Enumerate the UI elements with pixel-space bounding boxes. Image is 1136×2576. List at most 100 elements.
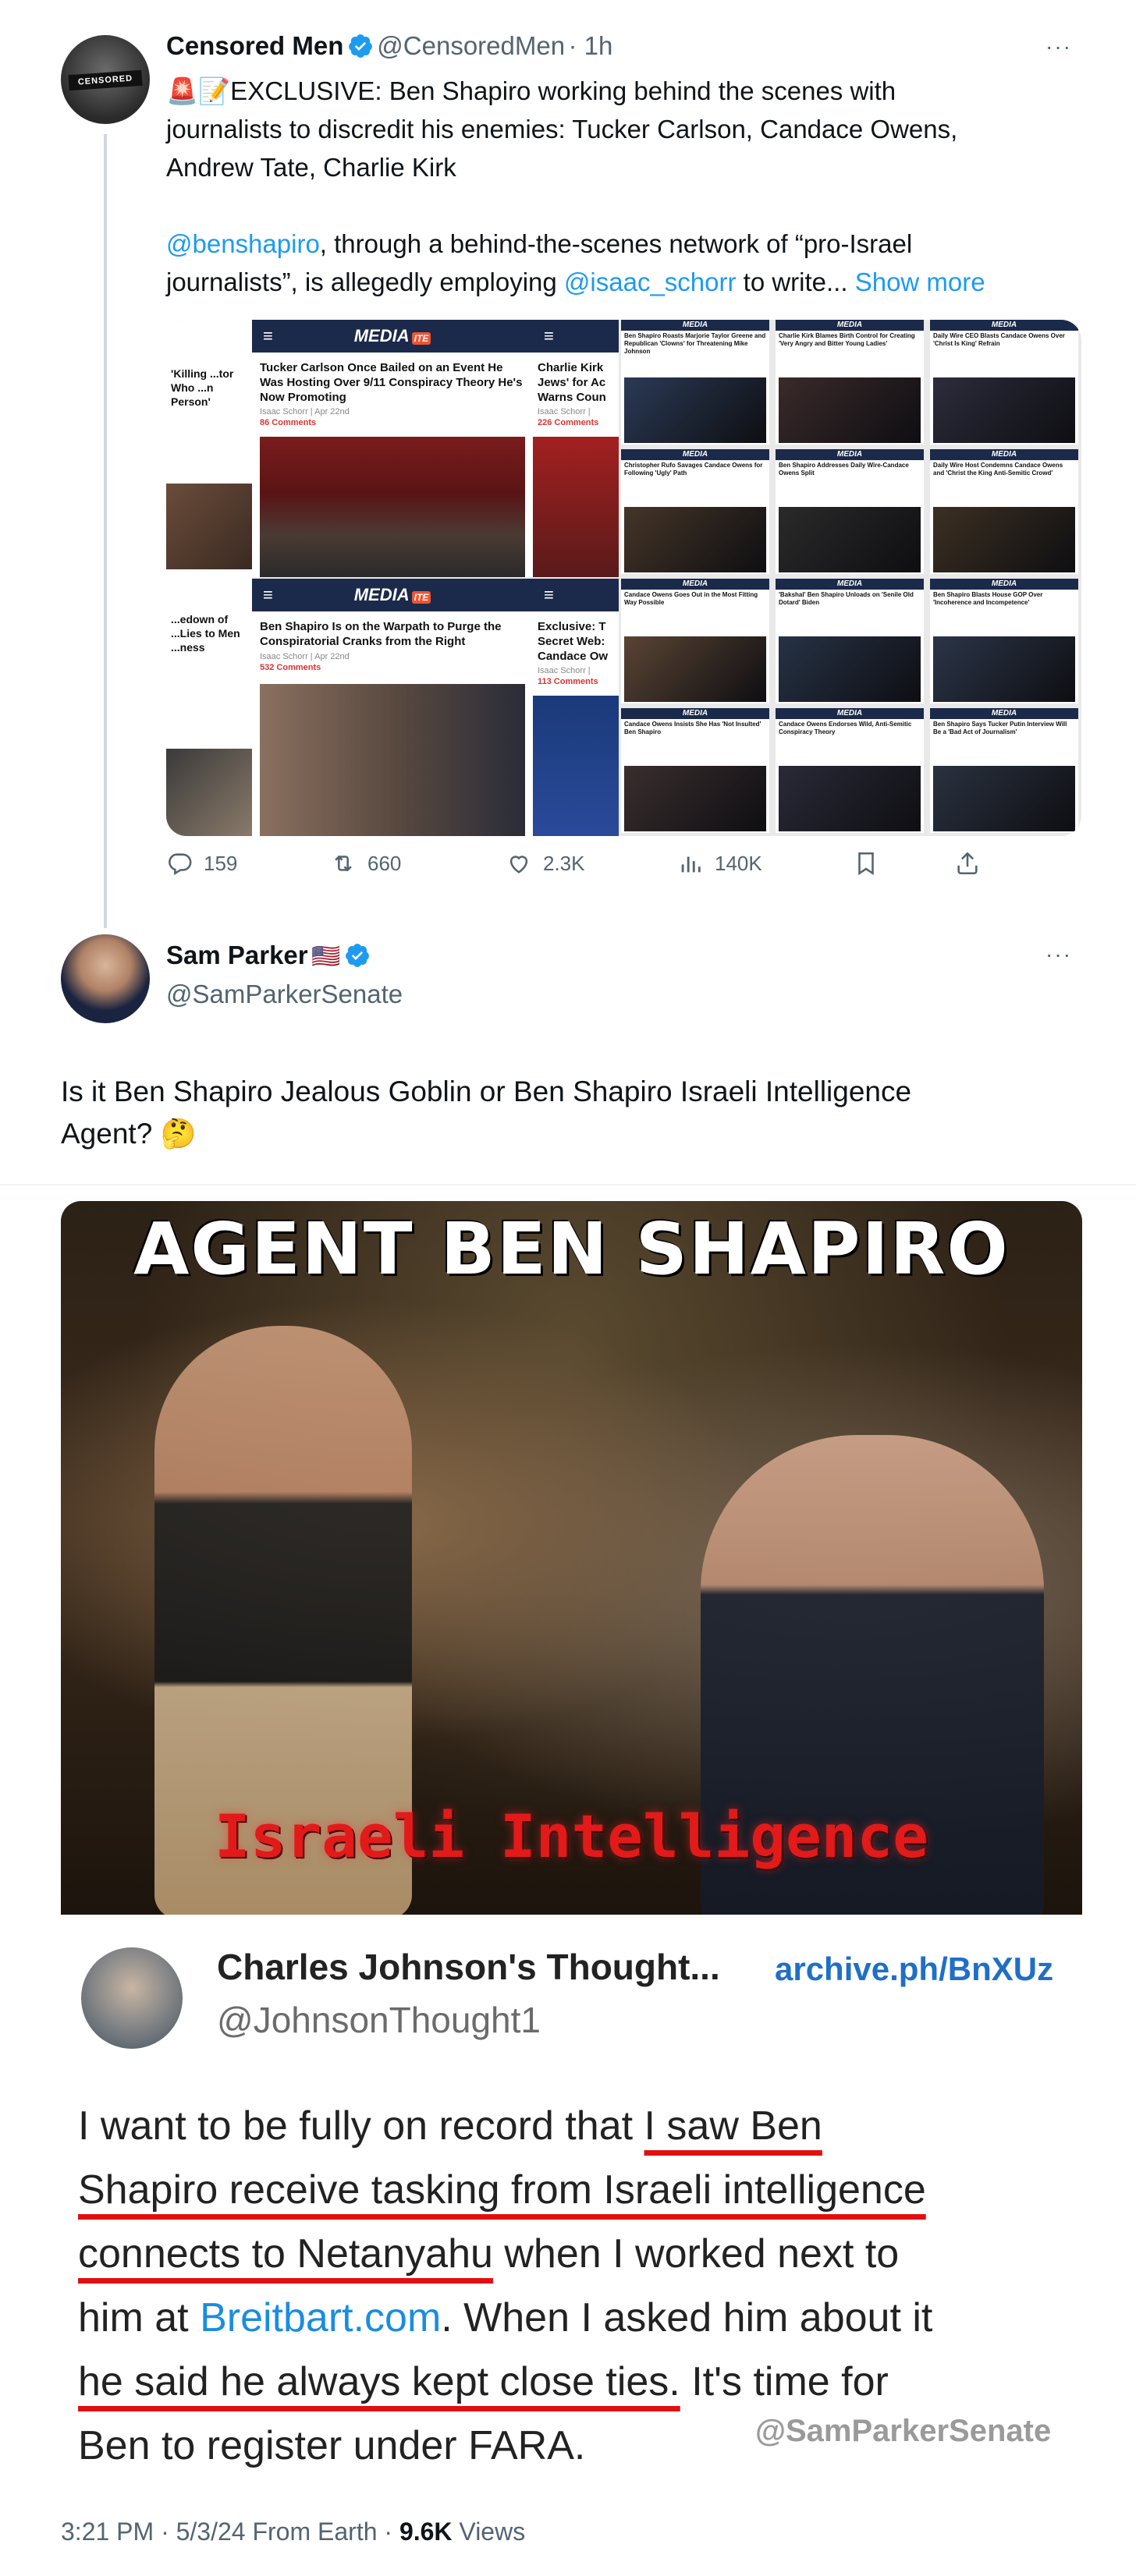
media-brand-bar: MEDIA [621,449,769,460]
bookmark-icon [858,852,874,876]
tweet-time[interactable]: · 1h [569,31,613,60]
menu-icon: ≡ [263,326,273,345]
quoted-underlined-text: connects to Netanyahu [78,2231,493,2277]
parent-tweet-media[interactable]: 'Killing ...tor Who ...n Person' ...edow… [166,320,1081,836]
media-brand-bar: MEDIA [930,320,1078,331]
media-panel-article: ≡ MEDIA ITE Ben Shapiro Is on the Warpath… [252,579,533,836]
author-name[interactable]: Censored Men [166,31,343,60]
media-thumb-image [166,749,252,836]
quoted-avatar [81,1947,183,2049]
views-label: Views [452,2518,526,2546]
media-thumb-title: Christopher Rufo Savages Candace Owens f… [624,462,763,477]
quoted-text: Ben to register under FARA. [78,2423,586,2468]
main-tweet-header: Sam Parker 🇺🇸 [166,941,371,970]
image-title-text: AGENT BEN SHAPIRO [133,1207,1010,1291]
media-thumb-card: MEDIA 'Bakshal' Ben Shapiro Unloads on 'S… [776,579,924,703]
media-brand-bar: MEDIA [776,708,924,719]
parent-tweet-text: 🚨📝EXCLUSIVE: Ben Shapiro working behind … [166,72,1102,301]
media-thumb-card: MEDIA Daily Wire CEO Blasts Candace Owens… [930,320,1078,445]
views-button[interactable]: 140K [677,850,762,877]
media-panel-title: ...edown of ...Lies to Men ...ness [171,613,240,654]
media-thumb-card: MEDIA Ben Shapiro Roasts Marjorie Taylor … [621,320,769,445]
thread-connector-line [104,134,107,928]
media-brand-bar: ≡ MEDIA ITE [252,579,533,611]
media-thumb-card: MEDIA Ben Shapiro Says Tucker Putin Inter… [930,708,1078,833]
media-brand-bar: MEDIA [621,579,769,590]
author-name[interactable]: Sam Parker [166,941,308,969]
tweet-text-span: journalists”, is allegedly employing [166,268,564,296]
verified-icon [348,34,372,58]
media-thumb-image [624,766,766,831]
more-icon[interactable]: ··· [1045,34,1072,59]
bookmark-button[interactable] [853,850,879,877]
media-thumb-image [933,766,1075,831]
reply-button[interactable]: 159 [166,850,237,877]
quoted-text: when I worked next to [492,2231,900,2277]
tweet-timestamp[interactable]: 3:21 PM · 5/3/24 From Earth · [61,2518,399,2546]
media-panel-title: Charlie Kirk Jews' for Ac Warns Coun [538,361,606,404]
media-panel-comments: 86 Comments [260,418,317,427]
media-panel-article: ≡ Charlie Kirk Jews' for Ac Warns Coun I… [533,320,619,577]
image-watermark: @SamParkerSenate [755,2414,1052,2448]
media-brand-bar: ≡ [533,579,619,611]
views-icon [681,856,701,873]
parent-tweet-header: Censored Men @CensoredMen · 1h [166,31,612,61]
like-button[interactable]: 2.3K [506,850,585,877]
avatar-censored-band: CENSORED [68,69,143,91]
media-panel-meta: Isaac Schorr | [538,407,591,416]
media-brand: MEDIA [353,326,410,345]
quoted-text: I want to be fully on record that [78,2103,644,2149]
media-thumbnail-grid: MEDIA Ben Shapiro Roasts Marjorie Taylor … [621,320,1081,836]
show-more-link[interactable]: Show more [855,268,985,296]
media-thumb-image [260,684,525,836]
more-icon[interactable]: ··· [1045,942,1072,967]
media-thumb-image [779,636,921,702]
media-brand-bar: ≡ MEDIA ITE [252,320,533,353]
media-brand-bar: MEDIA [776,449,924,460]
media-brand-bar: MEDIA [776,320,924,331]
image-caption-text: Israeli Intelligence [214,1802,929,1871]
avatar-sam-parker[interactable] [61,934,150,1023]
media-panel-comments: 532 Comments [260,663,321,672]
menu-icon: ≡ [263,585,273,604]
media-brand-bar: MEDIA [930,708,1078,719]
media-panel-title: Tucker Carlson Once Bailed on an Event H… [260,361,523,404]
media-thumb-title: Ben Shapiro Blasts House GOP Over 'Incoh… [933,591,1043,606]
media-brand-suffix: ITE [411,332,431,345]
media-thumb-image [779,766,921,831]
media-brand-bar: MEDIA [930,449,1078,460]
verified-icon [346,944,369,967]
repost-button[interactable]: 660 [330,850,401,877]
author-handle[interactable]: @CensoredMen [377,31,565,60]
share-button[interactable] [954,850,981,877]
views-count: 9.6K [399,2518,453,2546]
quoted-screenshot: Charles Johnson's Thought... @JohnsonTho… [61,1915,1082,2472]
media-thumb-title: Daily Wire Host Condemns Candace Owens a… [933,462,1063,477]
author-handle[interactable]: @SamParkerSenate [166,980,403,1009]
media-thumb-card: MEDIA Ben Shapiro Addresses Daily Wire-Ca… [776,449,924,574]
quoted-author-handle: @JohnsonThought1 [217,2000,541,2040]
menu-icon: ≡ [544,326,554,345]
media-thumb-image [260,437,525,577]
media-panel-title: 'Killing ...tor Who ...n Person' [171,367,234,408]
main-tweet-media[interactable]: AGENT BEN SHAPIRO Israeli Intelligence C… [61,1201,1082,2472]
media-thumb-image [779,507,921,572]
media-thumb-title: Candace Owens Insists She Has 'Not Insul… [624,721,761,735]
avatar-censored-men[interactable]: CENSORED [61,35,150,124]
share-icon [957,852,978,875]
media-panel-comments: 113 Comments [538,677,598,686]
main-tweet-text: Is it Ben Shapiro Jealous Goblin or Ben … [61,1071,1075,1155]
quoted-author-name: Charles Johnson's Thought... [217,1947,720,1987]
like-count: 2.3K [543,851,585,875]
media-panel-meta: Isaac Schorr | Apr 22nd [260,407,350,416]
media-thumb-image [166,484,252,569]
media-photo: AGENT BEN SHAPIRO Israeli Intelligence [61,1201,1082,1934]
media-thumb-image [624,507,766,572]
like-icon [509,856,528,873]
repost-icon [335,855,352,872]
media-thumb-title: Candace Owens Goes Out in the Most Fitti… [624,591,758,606]
mention-link[interactable]: @benshapiro [166,229,320,258]
mention-link[interactable]: @isaac_schorr [564,268,737,296]
parent-tweet-actions: 159 660 2.3K 140K [166,850,1024,881]
tweet-text-line: Is it Ben Shapiro Jealous Goblin or Ben … [61,1075,912,1107]
